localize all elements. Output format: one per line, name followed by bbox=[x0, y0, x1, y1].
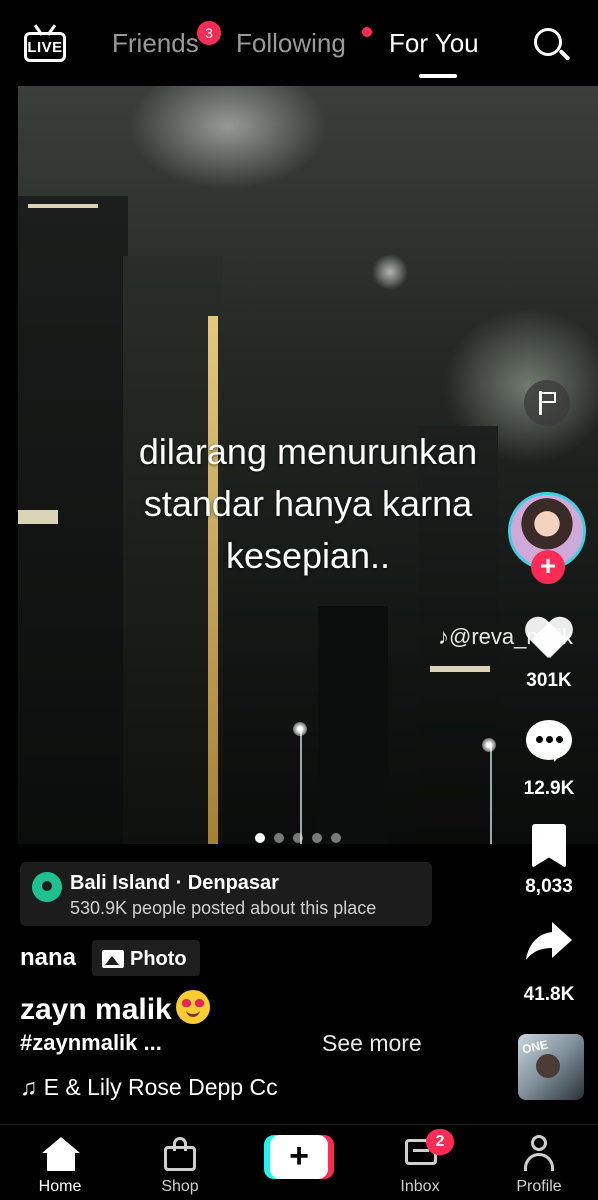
music-title: E & Lily Rose Depp Cc bbox=[43, 1074, 278, 1100]
comment-count: 12.9K bbox=[523, 778, 575, 799]
street-lamp bbox=[490, 746, 492, 844]
share-count: 41.8K bbox=[523, 984, 575, 1005]
plus-icon: + bbox=[270, 1135, 328, 1179]
live-label: LIVE bbox=[27, 39, 63, 56]
post-title: zayn malik bbox=[20, 990, 210, 1027]
heart-eyes-emoji-icon bbox=[175, 990, 210, 1024]
nav-profile-label: Profile bbox=[516, 1178, 562, 1195]
slide-indicator bbox=[255, 830, 350, 843]
profile-icon bbox=[524, 1135, 554, 1171]
post-title-text: zayn malik bbox=[20, 993, 172, 1026]
like-heart-icon[interactable] bbox=[524, 616, 574, 662]
like-count: 301K bbox=[526, 670, 572, 691]
window-lights bbox=[28, 204, 98, 208]
post-photo[interactable]: dilarang menurunkan standar hanya karna … bbox=[18, 86, 598, 844]
nav-home[interactable]: Home bbox=[15, 1125, 105, 1200]
inbox-badge: 2 bbox=[426, 1129, 454, 1155]
slide-dot bbox=[274, 833, 284, 843]
street-lamp bbox=[300, 730, 302, 844]
tab-friends[interactable]: Friends bbox=[112, 28, 199, 59]
follow-button[interactable]: + bbox=[531, 550, 565, 584]
hashtag-link[interactable]: #zaynmalik ... bbox=[20, 1030, 162, 1056]
photo-type-tag: Photo bbox=[92, 940, 200, 976]
bottom-nav: Home Shop + Inbox 2 Profile bbox=[0, 1124, 598, 1200]
slide-dot bbox=[293, 833, 303, 843]
share-arrow-icon[interactable] bbox=[524, 918, 574, 964]
creator-username[interactable]: nana bbox=[20, 944, 76, 972]
save-count: 8,033 bbox=[525, 876, 573, 897]
lamp-glow bbox=[293, 722, 307, 736]
slide-dot bbox=[255, 833, 265, 843]
active-tab-indicator bbox=[419, 74, 457, 78]
slide-dot bbox=[331, 833, 341, 843]
lamp-glow bbox=[482, 738, 496, 752]
image-icon bbox=[102, 950, 124, 968]
music-note-icon: ♫ bbox=[20, 1074, 38, 1100]
window-lights bbox=[430, 666, 490, 672]
report-flag-button[interactable] bbox=[524, 380, 570, 426]
music-marquee[interactable]: ♫ E & Lily Rose Depp Cc bbox=[20, 1074, 320, 1101]
nav-profile[interactable]: Profile bbox=[494, 1125, 584, 1200]
see-more-button[interactable]: See more bbox=[322, 1030, 422, 1057]
search-icon[interactable] bbox=[534, 28, 572, 66]
building-center bbox=[318, 606, 388, 844]
live-icon[interactable]: LIVE bbox=[24, 24, 68, 64]
music-disc[interactable]: ONE bbox=[518, 1034, 584, 1100]
bookmark-icon[interactable] bbox=[524, 824, 574, 870]
nav-inbox-label: Inbox bbox=[400, 1178, 440, 1195]
friends-badge: 3 bbox=[197, 21, 221, 45]
location-card[interactable]: Bali Island · Denpasar 530.9K people pos… bbox=[20, 862, 432, 926]
slide-dot bbox=[312, 833, 322, 843]
nav-home-label: Home bbox=[38, 1178, 82, 1195]
location-subtitle: 530.9K people posted about this place bbox=[70, 898, 377, 918]
home-icon bbox=[42, 1137, 80, 1171]
shopping-bag-icon bbox=[164, 1137, 196, 1171]
photo-caption: dilarang menurunkan standar hanya karna … bbox=[18, 426, 598, 582]
location-title: Bali Island · Denpasar bbox=[70, 872, 279, 894]
photo-tag-label: Photo bbox=[130, 948, 187, 970]
tab-following[interactable]: Following bbox=[236, 28, 346, 59]
caption-line: dilarang menurunkan bbox=[138, 431, 478, 472]
top-bar: LIVE Friends 3 Following For You bbox=[0, 0, 598, 86]
nav-shop-label: Shop bbox=[161, 1178, 199, 1195]
nav-shop[interactable]: Shop bbox=[135, 1125, 225, 1200]
tab-for-you[interactable]: For You bbox=[389, 28, 479, 59]
following-new-dot bbox=[362, 27, 372, 37]
tiktok-note-icon: ♪ bbox=[438, 624, 449, 649]
create-button[interactable]: + bbox=[264, 1135, 334, 1179]
location-pin-icon bbox=[32, 872, 62, 902]
comment-icon[interactable] bbox=[524, 718, 574, 764]
